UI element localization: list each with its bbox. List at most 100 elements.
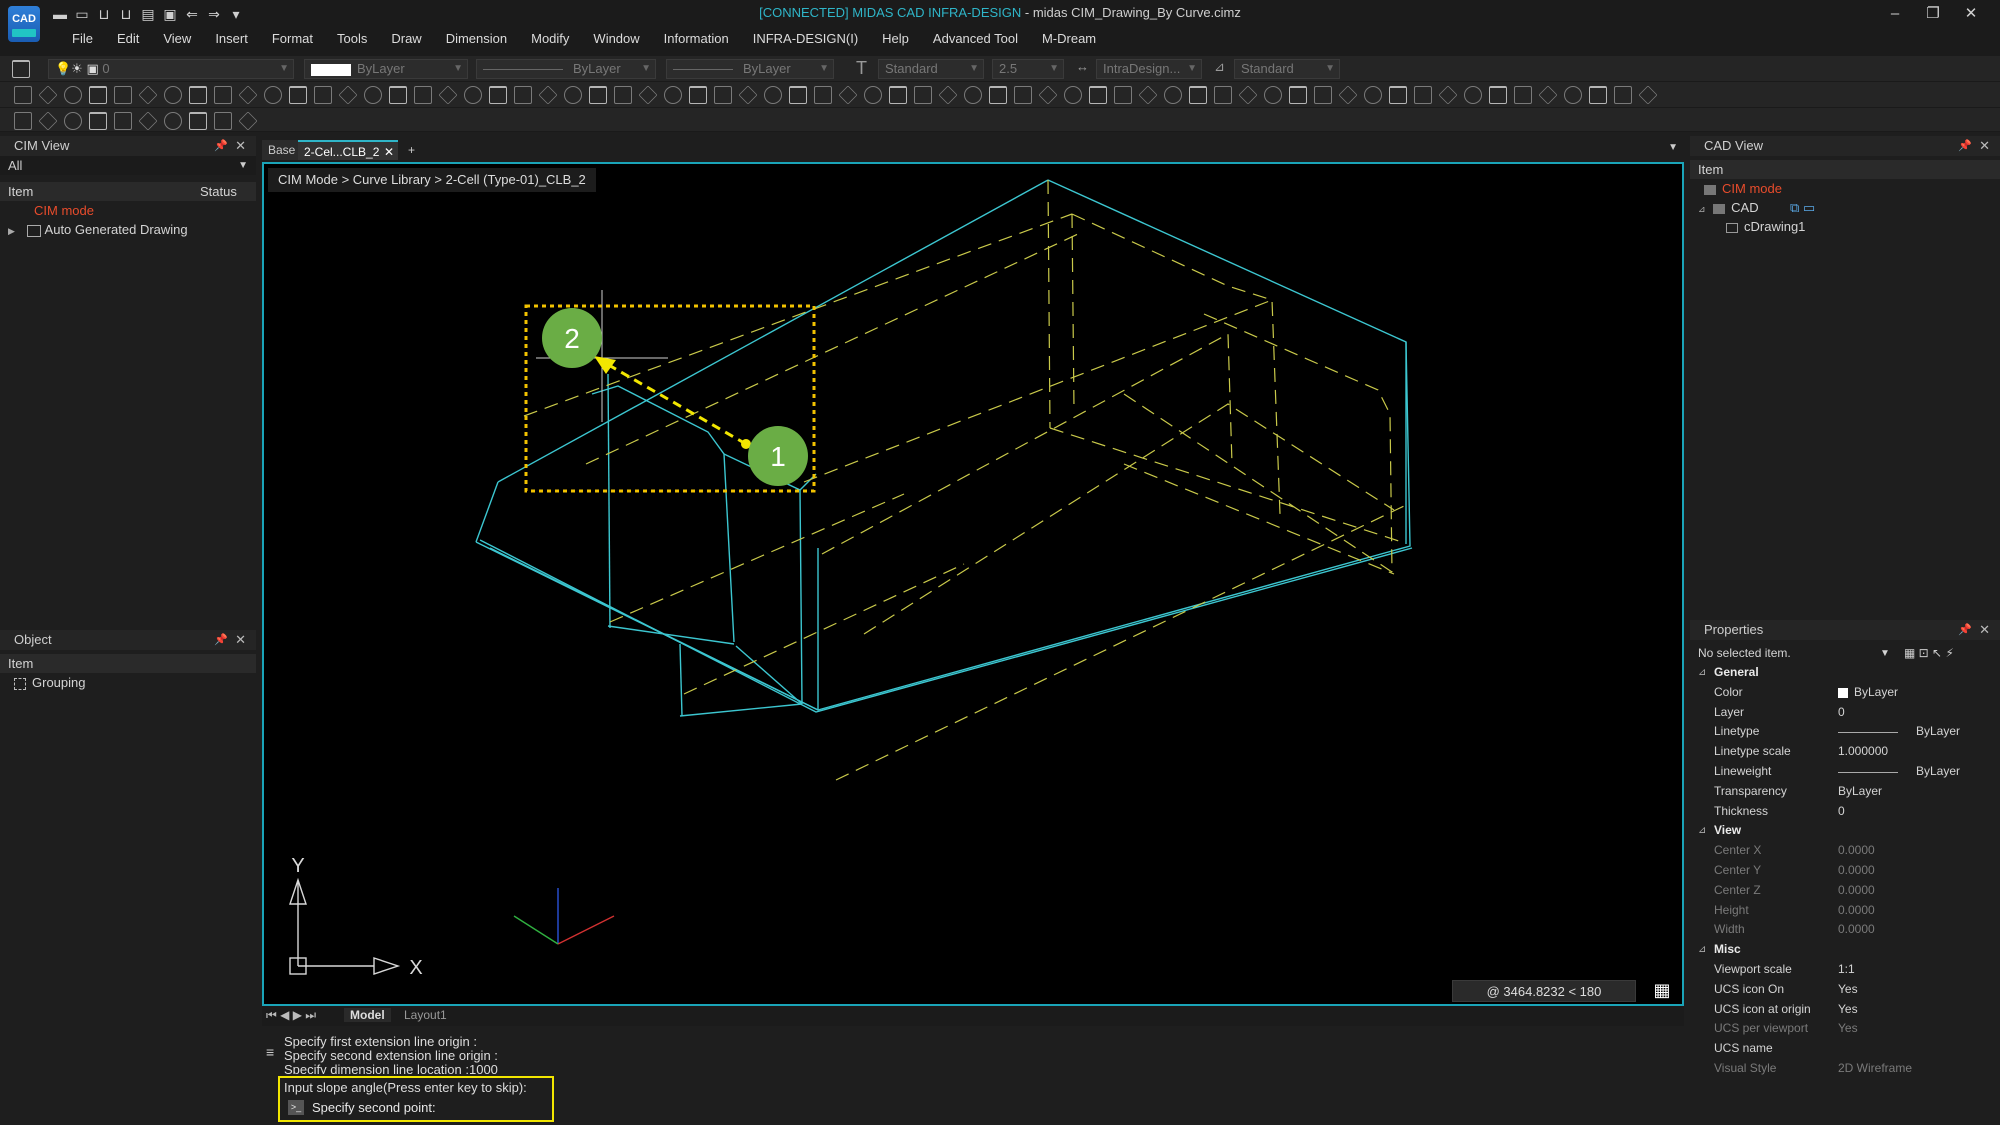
pin-icon[interactable]: 📌 [1958,136,1972,156]
prop-value[interactable]: 0.0000 [1838,920,1875,940]
tool-icon[interactable] [14,112,32,130]
breadcrumb[interactable]: CIM Mode > Curve Library > 2-Cell (Type-… [268,168,596,192]
menu-view[interactable]: View [151,28,203,50]
tab-layout1[interactable]: Layout1 [404,1008,447,1022]
prop-value[interactable]: 0 [1838,703,1845,723]
tool-icon[interactable] [214,86,232,104]
tool-icon[interactable] [738,86,758,104]
tool-icon[interactable] [838,86,858,104]
linetype-combo[interactable]: ByLayer ▼ [476,59,656,79]
tool-icon[interactable] [564,86,582,104]
table-style-icon[interactable]: ⊿ [1214,59,1225,75]
menu-insert[interactable]: Insert [203,28,260,50]
tool-icon[interactable] [164,86,182,104]
close-panel-icon[interactable]: ✕ [1979,136,1990,156]
dim-style-combo[interactable]: IntraDesign... ▼ [1096,59,1202,79]
prop-row-color[interactable]: Color ByLayer [1690,683,2000,703]
prop-row-viewport-scale[interactable]: Viewport scale 1:1 [1690,960,2000,980]
menu-format[interactable]: Format [260,28,325,50]
tool-icon[interactable] [164,112,182,130]
tool-icon[interactable] [138,112,158,130]
prop-row-ucs-name[interactable]: UCS name [1690,1039,2000,1059]
tool-icon[interactable] [114,112,132,130]
prop-value[interactable]: 2D Wireframe [1838,1059,1912,1079]
tool-icon[interactable] [1264,86,1282,104]
prop-value[interactable]: 0 [1838,802,1845,822]
prop-row-ucs-icon-on[interactable]: UCS icon On Yes [1690,980,2000,1000]
tool-icon[interactable] [938,86,958,104]
prop-section-view[interactable]: View [1690,821,2000,841]
tool-icon[interactable] [914,86,932,104]
pin-icon[interactable]: 📌 [214,630,228,650]
tool-icon[interactable] [38,86,58,104]
pin-icon[interactable]: 📌 [1958,620,1972,640]
prop-section-misc[interactable]: Misc [1690,940,2000,960]
tool-icon[interactable] [238,86,258,104]
tab-list-dropdown-icon[interactable]: ▼ [1668,142,1678,153]
tree-item-auto-generated-drawing[interactable]: ▶ Auto Generated Drawing [0,220,256,239]
tool-icon[interactable] [389,86,407,104]
prop-value[interactable]: Yes [1838,1000,1858,1020]
selection-dropdown[interactable]: No selected item. ▼ ▦ ⊡ ↖ ⚡ [1690,644,2000,663]
text-style-combo[interactable]: Standard ▼ [878,59,984,79]
tool-icon[interactable] [814,86,832,104]
lineweight-combo[interactable]: ByLayer ▼ [666,59,834,79]
add-tab-button[interactable]: + [402,140,421,160]
table-style-combo[interactable]: Standard ▼ [1234,59,1340,79]
tree-item-cim-mode[interactable]: CIM mode [0,201,256,220]
close-panel-icon[interactable]: ✕ [235,136,246,156]
tool-icon[interactable] [1538,86,1558,104]
object-item-grouping[interactable]: Grouping [0,673,256,692]
prop-row-thickness[interactable]: Thickness 0 [1690,802,2000,822]
layer-combo[interactable]: 💡☀ ▣ 0 ▼ [48,59,294,79]
tool-icon[interactable] [1414,86,1432,104]
tool-icon[interactable] [438,86,458,104]
prop-value[interactable]: ByLayer [1916,762,1960,782]
tree-item-cim-mode[interactable]: CIM mode [1690,179,2000,198]
tool-icon[interactable] [314,86,332,104]
tab-base[interactable]: Base [262,140,302,160]
tree-item-cdrawing1[interactable]: cDrawing1 [1690,217,2000,236]
prop-row-ucs-per-viewport[interactable]: UCS per viewport Yes [1690,1019,2000,1039]
menu-help[interactable]: Help [870,28,921,50]
tool-icon[interactable] [714,86,732,104]
tool-icon[interactable] [64,112,82,130]
tool-icon[interactable] [1089,86,1107,104]
tool-icon[interactable] [238,112,258,130]
collapse-icon[interactable]: ⊿ [1698,204,1706,214]
prop-value[interactable]: 0.0000 [1838,901,1875,921]
tool-icon[interactable] [764,86,782,104]
menu-infra-design-i[interactable]: INFRA-DESIGN(I) [741,28,870,50]
menu-draw[interactable]: Draw [379,28,433,50]
prop-row-height[interactable]: Height 0.0000 [1690,901,2000,921]
prop-row-layer[interactable]: Layer 0 [1690,703,2000,723]
tool-icon[interactable] [538,86,558,104]
prop-row-visual-style[interactable]: Visual Style 2D Wireframe [1690,1059,2000,1079]
tool-icon[interactable] [1214,86,1232,104]
prop-value[interactable]: ByLayer [1854,683,1898,703]
cim-view-filter[interactable]: All ▼ [0,156,256,175]
close-button[interactable]: ✕ [1952,2,1990,26]
tool-icon[interactable] [1138,86,1158,104]
tool-icon[interactable] [989,86,1007,104]
drawing-viewport[interactable]: 2 1 Y X CIM Mode > Curve Library > 2-Cel… [262,162,1684,1006]
tool-icon[interactable] [1014,86,1032,104]
tree-item-cad[interactable]: ⊿ CAD ⧉ ▭ [1690,198,2000,217]
tool-icon[interactable] [64,86,82,104]
prop-value[interactable]: 1.000000 [1838,742,1888,762]
tool-icon[interactable] [689,86,707,104]
tool-icon[interactable] [1238,86,1258,104]
tool-icon[interactable] [1438,86,1458,104]
dim-style-icon[interactable]: ↔ [1076,59,1089,74]
tool-icon[interactable] [114,86,132,104]
prop-row-center-y[interactable]: Center Y 0.0000 [1690,861,2000,881]
tool-icon[interactable] [1038,86,1058,104]
tool-icon[interactable] [614,86,632,104]
drawing-canvas[interactable]: 2 1 Y X [264,164,1682,1004]
prop-value[interactable]: 1:1 [1838,960,1855,980]
tool-icon[interactable] [889,86,907,104]
tool-icon[interactable] [664,86,682,104]
tool-icon[interactable] [638,86,658,104]
tool-icon[interactable] [1489,86,1507,104]
text-style-icon[interactable]: T [856,58,867,79]
